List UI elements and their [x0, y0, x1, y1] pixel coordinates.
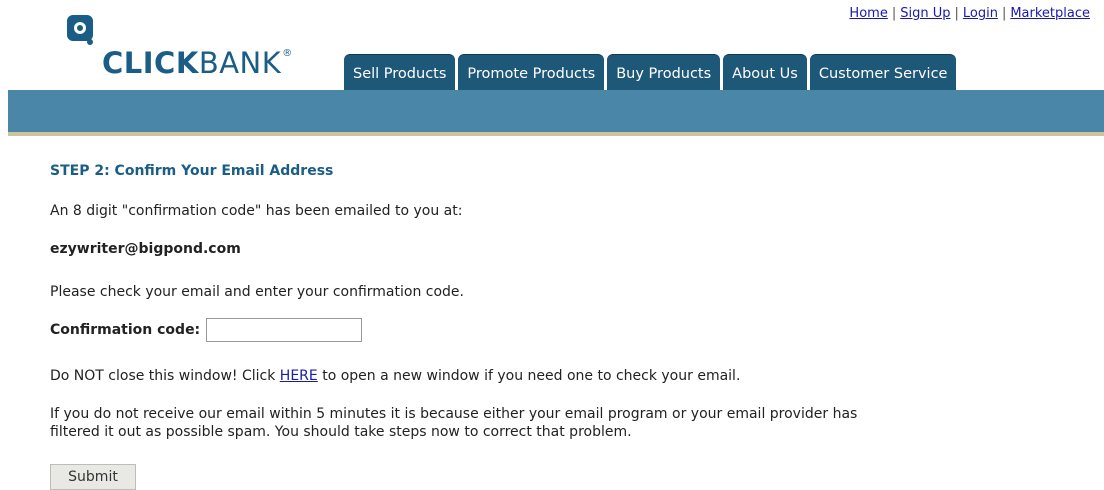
- logo-click: CLICK: [102, 46, 199, 80]
- submit-button[interactable]: Submit: [50, 464, 136, 490]
- step-title: STEP 2: Confirm Your Email Address: [50, 163, 334, 179]
- logo-mark-icon: [67, 15, 93, 45]
- clickbank-logo[interactable]: CLICKBANK®: [60, 14, 320, 84]
- confirmation-code-label: Confirmation code:: [50, 322, 201, 338]
- tab-about-us[interactable]: About Us: [723, 54, 807, 90]
- marketplace-link[interactable]: Marketplace: [1010, 6, 1090, 21]
- login-link[interactable]: Login: [963, 6, 998, 21]
- intro-text: An 8 digit "confirmation code" has been …: [50, 203, 463, 219]
- tab-customer-service[interactable]: Customer Service: [809, 54, 957, 90]
- separator: |: [891, 6, 897, 21]
- warning-text: Do NOT close this window! Click HERE to …: [50, 367, 740, 385]
- header-band: [8, 90, 1104, 132]
- logo-registered: ®: [282, 48, 293, 59]
- sign-up-link[interactable]: Sign Up: [900, 6, 950, 21]
- here-link[interactable]: HERE: [280, 368, 318, 384]
- home-link[interactable]: Home: [849, 6, 887, 21]
- separator: |: [1001, 6, 1007, 21]
- logo-bank: BANK: [198, 46, 282, 80]
- confirmation-code-row: Confirmation code:: [50, 318, 363, 342]
- instruction-text: Please check your email and enter your c…: [50, 284, 464, 300]
- email-address: ezywriter@bigpond.com: [50, 241, 241, 257]
- spam-notice-line-2: filtered it out as possible spam. You sh…: [50, 424, 632, 440]
- top-links: Home | Sign Up | Login | Marketplace: [849, 6, 1090, 21]
- header-band-underline: [8, 132, 1104, 136]
- separator: |: [954, 6, 959, 21]
- warning-text-after: to open a new window if you need one to …: [317, 368, 741, 384]
- logo-wordmark: CLICKBANK®: [102, 46, 292, 80]
- tab-sell-products[interactable]: Sell Products: [344, 54, 456, 90]
- site-header: Home | Sign Up | Login | Marketplace CLICKBANK…: [0, 0, 1104, 138]
- warning-text-before: Do NOT close this window! Click: [50, 368, 280, 384]
- tab-buy-products[interactable]: Buy Products: [607, 54, 721, 90]
- main-nav-tabs: Sell Products Promote Products Buy Produ…: [344, 54, 957, 90]
- tab-promote-products[interactable]: Promote Products: [458, 54, 605, 90]
- confirmation-code-input[interactable]: [206, 318, 363, 342]
- spam-notice-line-1: If you do not receive our email within 5…: [50, 406, 858, 422]
